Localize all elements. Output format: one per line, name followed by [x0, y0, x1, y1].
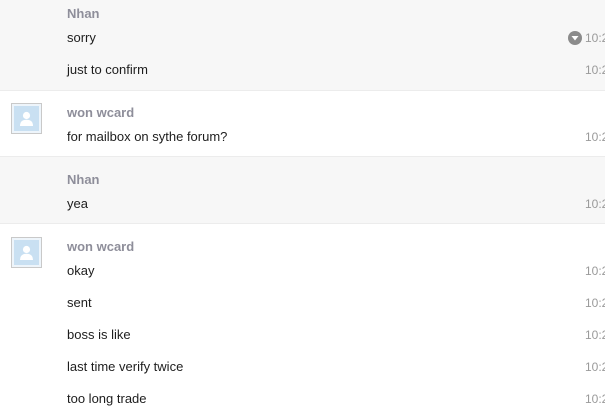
message-text: boss is like [67, 327, 131, 342]
message-text: last time verify twice [67, 359, 184, 374]
sender-name[interactable]: won wcard [67, 105, 134, 120]
message-text: too long trade [67, 391, 147, 406]
chevron-down-icon[interactable] [568, 31, 582, 45]
message-group: won wcard for mailbox on sythe forum? 10… [0, 91, 605, 157]
message-text: for mailbox on sythe forum? [67, 129, 228, 144]
message-text: yea [67, 196, 88, 211]
avatar[interactable] [11, 103, 42, 134]
avatar[interactable] [11, 237, 42, 268]
message-text: sorry [67, 30, 96, 45]
message-timestamp: 10:2 [585, 63, 605, 77]
message-text: just to confirm [67, 62, 148, 77]
message-timestamp: 10:2 [585, 264, 605, 278]
message-group: Nhan sorry 10:2 just to confirm 10:2 [0, 0, 605, 91]
message-group: won wcard okay 10:2 sent 10:2 boss is li… [0, 224, 605, 409]
message-timestamp: 10:2 [585, 197, 605, 211]
message-text: sent [67, 295, 92, 310]
message-timestamp: 10:2 [585, 328, 605, 342]
message-timestamp: 10:2 [585, 31, 605, 45]
message-timestamp: 10:2 [585, 360, 605, 374]
user-silhouette-icon [14, 106, 39, 131]
message-timestamp: 10:2 [585, 130, 605, 144]
message-text: okay [67, 263, 95, 278]
user-silhouette-icon [14, 240, 39, 265]
message-timestamp: 10:2 [585, 296, 605, 310]
message-timestamp: 10:2 [585, 392, 605, 406]
chat-transcript: Nhan sorry 10:2 just to confirm 10:2 won… [0, 0, 605, 409]
sender-name[interactable]: Nhan [67, 172, 100, 187]
message-group: Nhan yea 10:2 [0, 157, 605, 224]
sender-name[interactable]: won wcard [67, 239, 134, 254]
sender-name[interactable]: Nhan [67, 6, 100, 21]
